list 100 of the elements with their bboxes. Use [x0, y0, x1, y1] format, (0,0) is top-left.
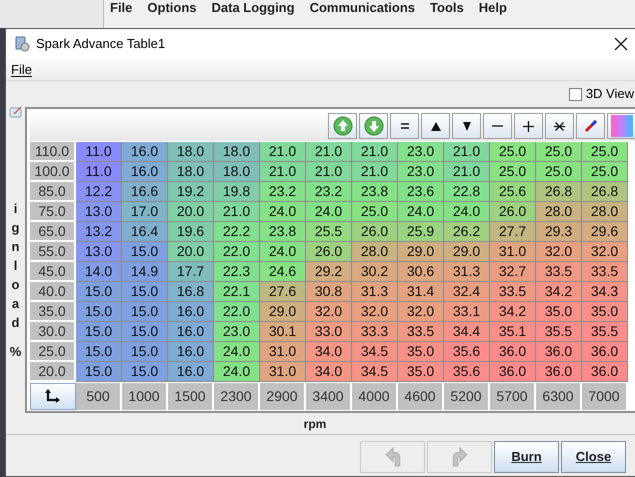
- table-cell[interactable]: 25.0: [490, 162, 536, 182]
- table-cell[interactable]: 15.0: [76, 362, 122, 382]
- table-cell[interactable]: 24.0: [306, 202, 352, 222]
- decrease-button[interactable]: [452, 113, 481, 139]
- table-cell[interactable]: 22.8: [444, 182, 490, 202]
- rpm-axis-cell[interactable]: 7000: [582, 383, 628, 410]
- table-cell[interactable]: 18.0: [214, 142, 260, 162]
- table-cell[interactable]: 22.2: [214, 222, 260, 242]
- table-cell[interactable]: 23.2: [306, 182, 352, 202]
- table-cell[interactable]: 27.6: [260, 282, 306, 302]
- table-cell[interactable]: 34.0: [306, 362, 352, 382]
- table-cell[interactable]: 28.0: [582, 202, 628, 222]
- load-axis-cell[interactable]: 110.0: [30, 142, 76, 162]
- table-cell[interactable]: 29.0: [444, 242, 490, 262]
- load-axis-cell[interactable]: 65.0: [30, 222, 76, 242]
- load-axis-cell[interactable]: 35.0: [30, 302, 76, 322]
- table-cell[interactable]: 36.0: [536, 342, 582, 362]
- table-cell[interactable]: 13.0: [76, 242, 122, 262]
- table-cell[interactable]: 16.6: [122, 182, 168, 202]
- table-cell[interactable]: 17.0: [122, 202, 168, 222]
- load-axis-cell[interactable]: 85.0: [30, 182, 76, 202]
- table-cell[interactable]: 35.1: [490, 322, 536, 342]
- table-cell[interactable]: 25.0: [352, 202, 398, 222]
- app-menu-item[interactable]: Tools: [430, 0, 464, 16]
- rpm-axis-cell[interactable]: 4600: [398, 383, 444, 410]
- table-cell[interactable]: 15.0: [122, 302, 168, 322]
- close-button[interactable]: Close: [561, 441, 626, 473]
- table-cell[interactable]: 16.0: [122, 142, 168, 162]
- table-cell[interactable]: 18.0: [168, 162, 214, 182]
- view-3d-checkbox[interactable]: [568, 88, 582, 100]
- table-cell[interactable]: 33.0: [306, 322, 352, 342]
- table-cell[interactable]: 25.0: [490, 142, 536, 162]
- close-icon[interactable]: [614, 36, 630, 52]
- table-cell[interactable]: 23.6: [398, 182, 444, 202]
- table-cell[interactable]: 25.6: [490, 182, 536, 202]
- table-cell[interactable]: 21.0: [260, 142, 306, 162]
- table-cell[interactable]: 21.0: [444, 142, 490, 162]
- table-cell[interactable]: 31.0: [260, 342, 306, 362]
- table-cell[interactable]: 15.0: [122, 342, 168, 362]
- table-cell[interactable]: 18.0: [168, 142, 214, 162]
- table-cell[interactable]: 26.0: [306, 242, 352, 262]
- table-cell[interactable]: 23.0: [398, 162, 444, 182]
- table-cell[interactable]: 16.0: [122, 162, 168, 182]
- table-cell[interactable]: 19.6: [168, 222, 214, 242]
- table-cell[interactable]: 25.0: [582, 162, 628, 182]
- multiply-button[interactable]: [545, 113, 574, 139]
- table-cell[interactable]: 31.0: [490, 242, 536, 262]
- table-cell[interactable]: 16.0: [168, 322, 214, 342]
- table-cell[interactable]: 22.0: [214, 242, 260, 262]
- swap-axes-button[interactable]: [30, 383, 76, 410]
- table-cell[interactable]: 16.0: [168, 302, 214, 322]
- table-cell[interactable]: 31.4: [398, 282, 444, 302]
- table-cell[interactable]: 30.1: [260, 322, 306, 342]
- table-cell[interactable]: 29.3: [536, 222, 582, 242]
- table-cell[interactable]: 26.0: [490, 202, 536, 222]
- table-cell[interactable]: 17.7: [168, 262, 214, 282]
- table-cell[interactable]: 32.0: [306, 302, 352, 322]
- table-cell[interactable]: 34.0: [306, 342, 352, 362]
- table-cell[interactable]: 11.0: [76, 162, 122, 182]
- table-cell[interactable]: 24.0: [260, 242, 306, 262]
- increase-button[interactable]: [421, 113, 450, 139]
- load-axis-cell[interactable]: 20.0: [30, 362, 76, 382]
- rpm-axis-cell[interactable]: 6300: [536, 383, 582, 410]
- table-cell[interactable]: 34.5: [352, 362, 398, 382]
- table-cell[interactable]: 36.0: [536, 362, 582, 382]
- table-cell[interactable]: 33.5: [536, 262, 582, 282]
- burn-button[interactable]: Burn: [494, 441, 559, 473]
- table-cell[interactable]: 32.0: [582, 242, 628, 262]
- table-cell[interactable]: 11.0: [76, 142, 122, 162]
- table-cell[interactable]: 16.4: [122, 222, 168, 242]
- table-cell[interactable]: 31.3: [352, 282, 398, 302]
- table-cell[interactable]: 19.2: [168, 182, 214, 202]
- rpm-axis-cell[interactable]: 500: [76, 383, 122, 410]
- table-cell[interactable]: 24.0: [444, 202, 490, 222]
- down-arrow-button[interactable]: [359, 113, 388, 139]
- table-cell[interactable]: 36.0: [582, 342, 628, 362]
- table-cell[interactable]: 28.0: [352, 242, 398, 262]
- table-cell[interactable]: 24.0: [398, 202, 444, 222]
- load-axis-cell[interactable]: 30.0: [30, 322, 76, 342]
- table-cell[interactable]: 34.5: [352, 342, 398, 362]
- table-cell[interactable]: 27.7: [490, 222, 536, 242]
- table-cell[interactable]: 23.0: [214, 322, 260, 342]
- table-cell[interactable]: 25.0: [536, 162, 582, 182]
- table-cell[interactable]: 32.0: [352, 302, 398, 322]
- table-cell[interactable]: 30.6: [398, 262, 444, 282]
- up-arrow-button[interactable]: [328, 113, 357, 139]
- table-cell[interactable]: 35.0: [398, 342, 444, 362]
- rpm-axis-cell[interactable]: 2300: [214, 383, 260, 410]
- table-cell[interactable]: 35.0: [536, 302, 582, 322]
- load-axis-cell[interactable]: 55.0: [30, 242, 76, 262]
- table-cell[interactable]: 23.8: [352, 182, 398, 202]
- table-cell[interactable]: 33.5: [398, 322, 444, 342]
- table-cell[interactable]: 15.0: [122, 362, 168, 382]
- table-cell[interactable]: 26.8: [536, 182, 582, 202]
- table-cell[interactable]: 24.0: [214, 342, 260, 362]
- table-cell[interactable]: 35.6: [444, 362, 490, 382]
- table-cell[interactable]: 34.4: [444, 322, 490, 342]
- table-cell[interactable]: 24.0: [260, 202, 306, 222]
- table-cell[interactable]: 15.0: [122, 242, 168, 262]
- table-cell[interactable]: 21.0: [306, 142, 352, 162]
